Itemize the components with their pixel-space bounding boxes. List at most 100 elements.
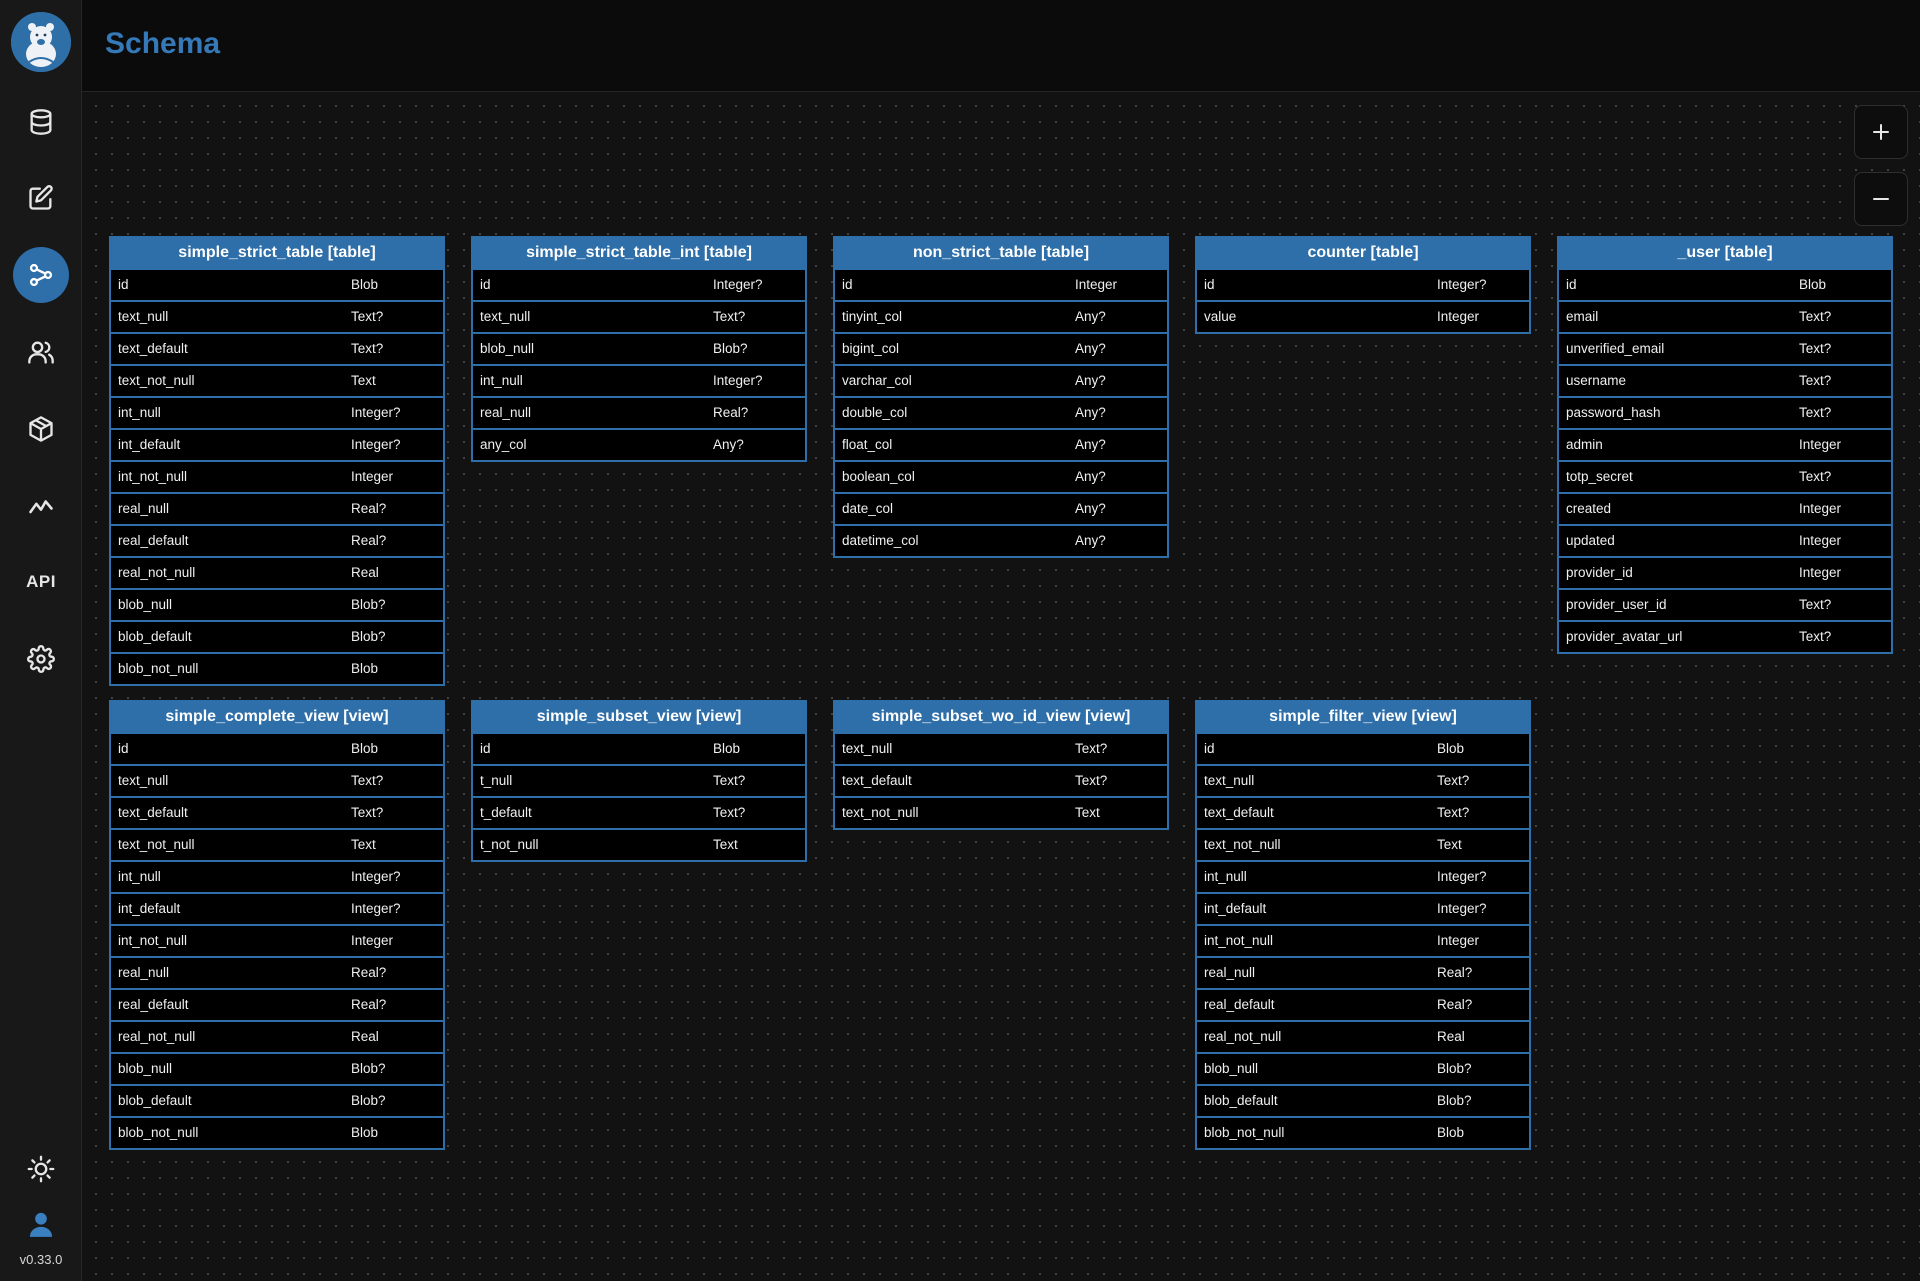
column-name: int_null <box>118 869 161 884</box>
column-row: id Blob <box>1559 268 1891 300</box>
view-simple-filter-view-node[interactable]: simple_filter_view [view] id Blob text_null… <box>1195 700 1531 1150</box>
sidebar-item-api[interactable]: API <box>13 554 69 610</box>
sidebar-item-editor[interactable] <box>13 170 69 226</box>
column-type: Blob <box>1799 277 1827 292</box>
plus-icon <box>1873 124 1889 140</box>
column-type: Integer? <box>1437 869 1487 884</box>
column-name: int_default <box>118 901 181 916</box>
table-node-title: simple_subset_view [view] <box>473 702 805 732</box>
column-name: t_default <box>480 805 532 820</box>
column-type: Integer <box>1799 533 1842 548</box>
package-icon <box>29 416 53 442</box>
column-row: blob_null Blob? <box>111 1052 443 1084</box>
column-row: blob_null Blob? <box>1197 1052 1529 1084</box>
column-name: text_default <box>1204 805 1274 820</box>
column-row: blob_null Blob? <box>111 588 443 620</box>
column-name: provider_id <box>1566 565 1633 580</box>
view-simple-subset-wo-id-view-node[interactable]: simple_subset_wo_id_view [view] text_null… <box>833 700 1169 830</box>
sidebar: API v0.33.0 <box>0 0 82 1281</box>
column-type: Real? <box>1437 965 1473 980</box>
column-type: Integer? <box>713 373 763 388</box>
column-row: username Text? <box>1559 364 1891 396</box>
column-type: Blob <box>1437 1125 1465 1140</box>
table-counter-node[interactable]: counter [table] id Integer? value Integer <box>1195 236 1531 334</box>
gear-icon <box>27 645 55 673</box>
column-row: int_null Integer? <box>1197 860 1529 892</box>
column-row: id Integer? <box>1197 268 1529 300</box>
column-name: blob_null <box>118 1061 173 1076</box>
column-name: int_not_null <box>118 933 188 948</box>
column-type: Integer? <box>351 901 401 916</box>
table-node-title: simple_subset_wo_id_view [view] <box>835 702 1167 732</box>
column-name: datetime_col <box>842 533 919 548</box>
table-node-title: simple_strict_table_int [table] <box>473 238 805 268</box>
sidebar-item-logs[interactable] <box>13 477 69 533</box>
sidebar-item-schema[interactable] <box>13 247 69 303</box>
column-name: t_not_null <box>480 837 539 852</box>
table-simple-strict-table-node[interactable]: simple_strict_table [table] id Blob text_nu… <box>109 236 445 686</box>
theme-toggle-button[interactable] <box>13 1141 69 1197</box>
view-simple-complete-view-node[interactable]: simple_complete_view [view] id Blob text_nu… <box>109 700 445 1150</box>
column-row: text_null Text? <box>473 300 805 332</box>
schema-canvas[interactable]: simple_strict_table [table] id Blob text_nu… <box>82 92 1920 1281</box>
sidebar-item-settings[interactable] <box>13 631 69 687</box>
user-menu-button[interactable] <box>13 1196 69 1252</box>
sidebar-item-wasm[interactable] <box>13 401 69 457</box>
column-name: blob_default <box>118 1093 192 1108</box>
column-row: real_default Real? <box>1197 988 1529 1020</box>
column-type: Blob? <box>713 341 748 356</box>
column-name: blob_not_null <box>118 1125 199 1140</box>
column-type: Real <box>351 565 379 580</box>
table-simple-strict-table-int-node[interactable]: simple_strict_table_int [table] id Integer… <box>471 236 807 462</box>
edit-icon <box>29 185 53 210</box>
column-row: unverified_email Text? <box>1559 332 1891 364</box>
column-type: Any? <box>1075 533 1106 548</box>
column-name: text_null <box>480 309 531 324</box>
column-row: real_not_null Real <box>111 556 443 588</box>
table-node-title: simple_filter_view [view] <box>1197 702 1529 732</box>
column-row: text_default Text? <box>835 764 1167 796</box>
column-row: int_null Integer? <box>111 860 443 892</box>
view-simple-subset-view-node[interactable]: simple_subset_view [view] id Blob t_null Tex… <box>471 700 807 862</box>
column-name: password_hash <box>1566 405 1661 420</box>
column-row: int_null Integer? <box>111 396 443 428</box>
column-name: provider_user_id <box>1566 597 1667 612</box>
column-type: Blob <box>1437 741 1465 756</box>
column-row: t_default Text? <box>473 796 805 828</box>
sidebar-item-accounts[interactable] <box>13 324 69 380</box>
app-version: v0.33.0 <box>19 1252 63 1267</box>
column-row: blob_not_null Blob <box>1197 1116 1529 1148</box>
column-row: created Integer <box>1559 492 1891 524</box>
column-type: Real? <box>351 965 387 980</box>
column-row: text_default Text? <box>111 332 443 364</box>
column-type: Text? <box>351 773 384 788</box>
column-row: provider_id Integer <box>1559 556 1891 588</box>
column-row: text_not_null Text <box>111 364 443 396</box>
column-row: blob_default Blob? <box>1197 1084 1529 1116</box>
zoom-out-button[interactable] <box>1854 172 1908 226</box>
database-icon <box>30 109 52 135</box>
column-name: id <box>480 741 491 756</box>
sidebar-item-database[interactable] <box>13 94 69 150</box>
column-type: Blob? <box>351 1061 386 1076</box>
table-non-strict-table-node[interactable]: non_strict_table [table] id Integer tinyint… <box>833 236 1169 558</box>
column-type: Integer? <box>351 437 401 452</box>
column-row: blob_default Blob? <box>111 1084 443 1116</box>
column-name: real_default <box>118 533 189 548</box>
column-name: text_not_null <box>1204 837 1281 852</box>
column-type: Text? <box>351 805 384 820</box>
table-user-node[interactable]: _user [table] id Blob email Text? unverified_… <box>1557 236 1893 654</box>
app-logo[interactable] <box>11 12 71 72</box>
column-type: Real? <box>351 501 387 516</box>
column-name: real_not_null <box>118 1029 196 1044</box>
column-type: Text? <box>1437 773 1470 788</box>
column-type: Text <box>351 837 376 852</box>
zoom-in-button[interactable] <box>1854 105 1908 159</box>
column-row: real_default Real? <box>111 988 443 1020</box>
column-type: Any? <box>1075 469 1106 484</box>
column-row: boolean_col Any? <box>835 460 1167 492</box>
column-name: unverified_email <box>1566 341 1665 356</box>
column-row: real_null Real? <box>1197 956 1529 988</box>
column-row: id Integer <box>835 268 1167 300</box>
column-name: id <box>118 741 129 756</box>
